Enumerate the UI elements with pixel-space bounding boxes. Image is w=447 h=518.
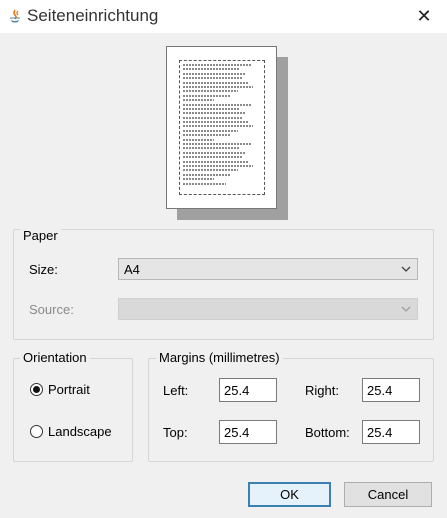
preview-text-line <box>183 121 249 124</box>
paper-source-label: Source: <box>29 302 74 317</box>
preview-text-line <box>183 85 254 88</box>
java-app-icon <box>10 9 20 23</box>
paper-size-label: Size: <box>29 262 58 277</box>
preview-text-line <box>183 107 240 110</box>
preview-text-line <box>183 143 252 146</box>
margins-legend: Margins (millimetres) <box>156 350 283 365</box>
page-preview <box>166 46 288 220</box>
margin-left-field[interactable]: 25.4 <box>219 378 277 402</box>
preview-text-line <box>183 173 232 176</box>
preview-text-line <box>183 68 240 71</box>
preview-text-line <box>183 182 226 185</box>
margin-right-label: Right: <box>305 383 339 398</box>
radio-selected-dot <box>33 386 40 393</box>
landscape-radio[interactable] <box>30 425 43 438</box>
window-title: Seiteneinrichtung <box>27 6 159 25</box>
paper-size-value: A4 <box>124 262 140 277</box>
paper-source-select[interactable] <box>118 298 418 320</box>
preview-text-line <box>183 72 246 75</box>
preview-text-line <box>183 134 232 137</box>
close-button[interactable]: ✕ <box>401 0 447 33</box>
preview-text-line <box>183 77 243 80</box>
portrait-label[interactable]: Portrait <box>48 382 90 397</box>
margin-bottom-label: Bottom: <box>305 425 350 440</box>
landscape-label[interactable]: Landscape <box>48 424 112 439</box>
margin-top-field[interactable]: 25.4 <box>219 420 277 444</box>
page-preview-text-lines <box>183 64 261 187</box>
preview-text-line <box>183 116 243 119</box>
paper-group <box>13 229 434 340</box>
chevron-down-icon <box>401 306 411 312</box>
preview-text-line <box>183 164 254 167</box>
preview-text-line <box>183 147 240 150</box>
preview-text-line <box>183 103 252 106</box>
portrait-radio[interactable] <box>30 383 43 396</box>
preview-text-line <box>183 169 238 172</box>
preview-text-line <box>183 151 246 154</box>
paper-legend: Paper <box>20 228 61 243</box>
preview-text-line <box>183 64 252 66</box>
orientation-group <box>13 358 133 462</box>
margin-right-value: 25.4 <box>367 383 393 398</box>
margin-top-value: 25.4 <box>224 425 250 440</box>
preview-text-line <box>183 160 249 163</box>
preview-text-line <box>183 112 246 115</box>
preview-text-line <box>183 81 249 84</box>
preview-text-line <box>183 99 215 102</box>
preview-text-line <box>183 138 215 141</box>
preview-text-line <box>183 129 238 132</box>
cancel-button[interactable]: Cancel <box>344 482 432 507</box>
margin-top-label: Top: <box>163 425 188 440</box>
paper-size-select[interactable]: A4 <box>118 258 418 280</box>
orientation-legend: Orientation <box>20 350 90 365</box>
margin-bottom-value: 25.4 <box>367 425 393 440</box>
ok-button[interactable]: OK <box>248 482 331 507</box>
preview-text-line <box>183 156 243 159</box>
page-preview-margins <box>179 60 265 195</box>
preview-text-line <box>183 94 232 97</box>
close-icon[interactable]: ✕ <box>416 6 431 27</box>
margins-group <box>148 358 434 462</box>
page-preview-sheet <box>166 46 277 209</box>
margin-bottom-field[interactable]: 25.4 <box>362 420 420 444</box>
margin-left-value: 25.4 <box>224 383 250 398</box>
chevron-down-icon <box>401 266 411 272</box>
title-bar: Seiteneinrichtung ✕ <box>0 0 447 33</box>
preview-text-line <box>183 90 238 93</box>
margin-right-field[interactable]: 25.4 <box>362 378 420 402</box>
preview-text-line <box>183 125 254 128</box>
margin-left-label: Left: <box>163 383 189 398</box>
preview-text-line <box>183 178 215 181</box>
